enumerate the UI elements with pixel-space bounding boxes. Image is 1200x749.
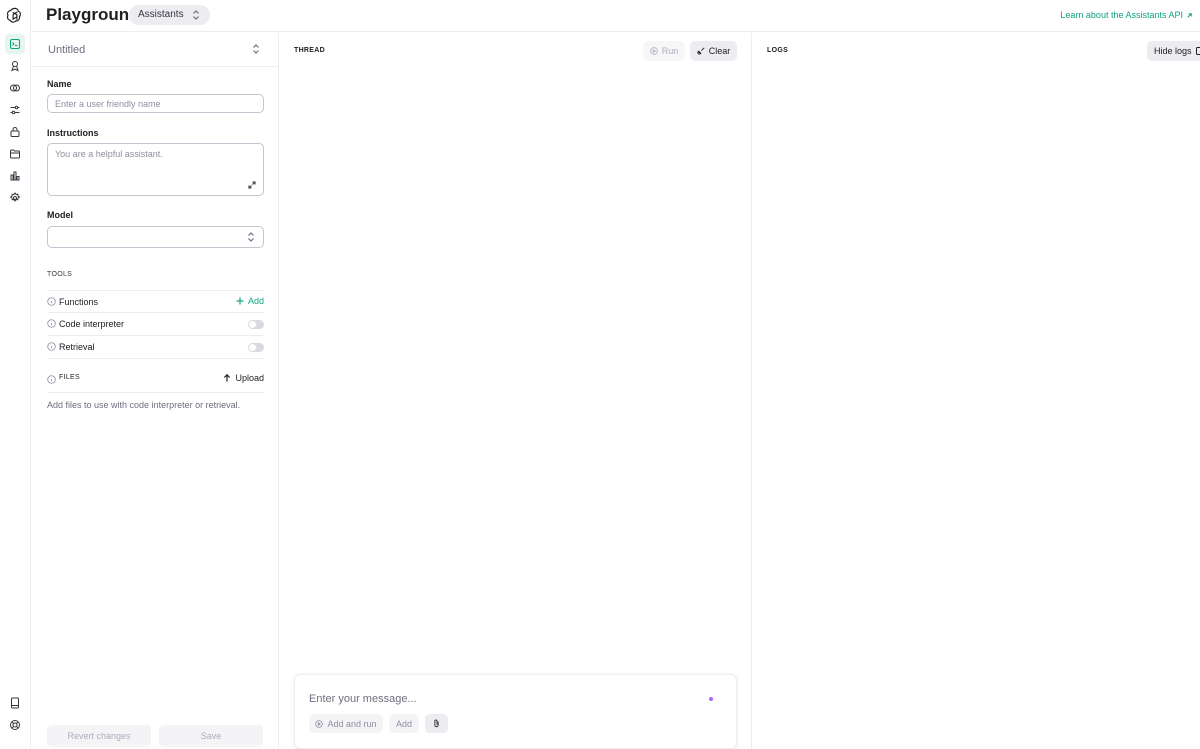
files-section-title: FILES (59, 374, 80, 381)
info-icon[interactable] (47, 342, 56, 351)
paperclip-icon (434, 719, 439, 728)
save-button[interactable]: Save (159, 725, 263, 747)
book-icon (11, 697, 19, 709)
hide-logs-button[interactable]: Hide logs (1147, 41, 1200, 61)
add-function-label: Add (247, 296, 264, 306)
rail-item-docs[interactable] (5, 693, 25, 713)
hide-logs-label: Hide logs (1154, 46, 1192, 56)
add-and-run-label: Add and run (327, 718, 377, 729)
rail-item-settings-sliders[interactable] (5, 100, 25, 120)
rail-item-fine-tuning[interactable] (5, 78, 25, 98)
folder-icon (10, 149, 20, 159)
chevron-updown-icon (248, 232, 254, 242)
logs-title: LOGS (767, 47, 789, 54)
tools-section-title: TOOLS (47, 271, 73, 278)
chevron-updown-icon (192, 10, 199, 20)
model-select[interactable] (47, 226, 264, 248)
model-label: Model (47, 210, 73, 220)
tool-row-functions: Functions Add (47, 290, 264, 313)
arrow-up-icon (224, 374, 231, 382)
message-input[interactable]: Enter your message... (309, 693, 417, 705)
revert-changes-button[interactable]: Revert changes (47, 725, 151, 747)
tool-row-code-interpreter: Code interpreter (47, 313, 264, 336)
assistant-config-panel: Untitled Name Instructions Model TOOLS F… (31, 33, 279, 749)
mode-selector-label: Assistants (138, 9, 184, 20)
name-label: Name (47, 79, 72, 89)
upload-label: Upload (235, 373, 264, 383)
clear-button[interactable]: Clear (690, 41, 737, 61)
chart-icon (10, 171, 20, 181)
gear-icon (9, 192, 21, 202)
mode-selector[interactable]: Assistants (129, 5, 210, 25)
add-message-label: Add (395, 718, 412, 729)
rail-item-api-keys[interactable] (5, 122, 25, 142)
page-title: Playground (46, 5, 140, 24)
fine-tune-icon (10, 84, 20, 92)
status-dot (709, 697, 713, 701)
rail-item-playground[interactable] (5, 34, 25, 54)
broom-icon (697, 47, 705, 55)
rail-item-settings[interactable] (5, 188, 25, 208)
play-circle-icon (649, 47, 658, 55)
message-composer: Enter your message... Add and run Add (294, 674, 737, 749)
assistant-selector[interactable]: Untitled (31, 33, 279, 67)
terminal-icon (10, 39, 20, 49)
retrieval-label: Retrieval (59, 342, 95, 352)
code-interpreter-label: Code interpreter (59, 319, 125, 329)
add-message-button[interactable]: Add (389, 714, 419, 733)
retrieval-toggle[interactable] (248, 343, 264, 352)
panel-icon (1195, 47, 1200, 55)
info-icon[interactable] (47, 375, 56, 384)
expand-icon[interactable] (248, 181, 256, 189)
thread-title: THREAD (294, 47, 325, 54)
files-hint-text: Add files to use with code interpreter o… (47, 400, 241, 410)
rail-item-usage[interactable] (5, 166, 25, 186)
name-input[interactable] (47, 94, 264, 113)
learn-link-label: Learn about the Assistants API (1060, 10, 1183, 20)
add-and-run-button[interactable]: Add and run (309, 714, 383, 733)
lock-icon (10, 127, 20, 137)
sliders-icon (10, 105, 20, 115)
info-icon[interactable] (47, 319, 56, 328)
thread-panel: THREAD Run Clear Enter your message... A… (280, 33, 752, 749)
assistant-name-display: Untitled (48, 44, 86, 56)
external-link-icon (1187, 12, 1192, 18)
plus-icon (236, 297, 244, 305)
help-circle-icon (10, 720, 20, 730)
attach-file-button[interactable] (425, 714, 448, 733)
top-header: Playground Assistants Learn about the As… (31, 0, 1200, 32)
tool-row-retrieval: Retrieval (47, 336, 264, 359)
functions-label: Functions (59, 297, 99, 307)
files-row: FILES Upload (47, 367, 264, 393)
run-label: Run (661, 46, 679, 56)
code-interpreter-toggle[interactable] (248, 320, 264, 329)
icon-rail (0, 0, 31, 749)
rail-item-help[interactable] (5, 715, 25, 735)
upload-files-button[interactable]: Upload (223, 373, 264, 383)
clear-label: Clear (708, 46, 731, 56)
rail-item-assistants[interactable] (5, 56, 25, 76)
play-circle-icon (315, 719, 324, 728)
learn-assistants-api-link[interactable]: Learn about the Assistants API (1060, 10, 1193, 20)
run-button[interactable]: Run (643, 41, 685, 61)
instructions-label: Instructions (47, 128, 99, 138)
assistant-icon (11, 61, 19, 72)
add-function-button[interactable]: Add (236, 296, 264, 306)
chevron-updown-icon (253, 44, 259, 54)
info-icon[interactable] (47, 297, 56, 306)
logs-panel: LOGS Hide logs (753, 33, 1200, 749)
rail-item-files[interactable] (5, 144, 25, 164)
openai-logo-icon[interactable] (6, 6, 24, 24)
instructions-textarea[interactable] (47, 143, 264, 196)
